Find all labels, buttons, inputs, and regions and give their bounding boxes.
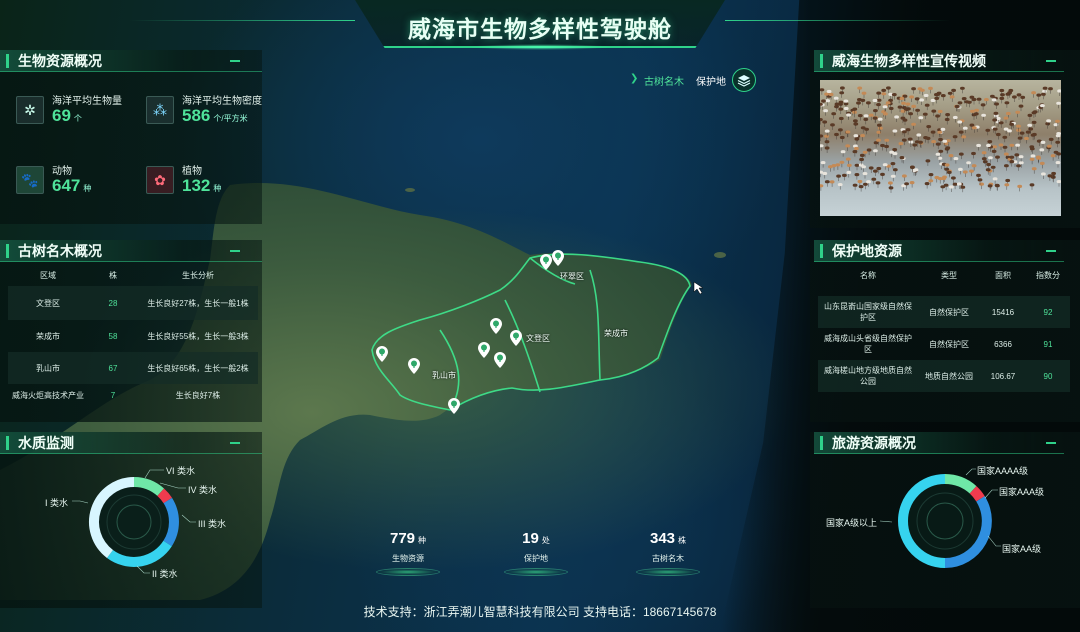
stat-animals: 🐾 动物 647 种: [16, 162, 146, 212]
table-row[interactable]: 山东昆嵛山国家级自然保护区 自然保护区 15416 92: [818, 296, 1070, 328]
arrow-icon: ❯: [630, 73, 639, 84]
tourism-label-aaa: 国家AAA级: [999, 487, 1045, 497]
donut-segment-aaa: [969, 486, 985, 502]
resources-panel-title: 生物资源概况: [0, 50, 262, 72]
layers-icon[interactable]: [732, 68, 756, 92]
protected-col-type: 类型: [941, 270, 957, 280]
tree-pin-icon[interactable]: [490, 318, 502, 334]
tourism-label-aa: 国家AA级: [1002, 544, 1042, 554]
water-label-iv: IV 类水: [188, 485, 218, 495]
water-label-vi: VI 类水: [166, 466, 196, 476]
table-row[interactable]: 威海火炬高技术产业 7 生长良好7株: [8, 384, 258, 406]
bottom-stat-trees[interactable]: 343 株 古树名木: [628, 530, 708, 576]
protected-table: 名称 类型 面积 指数分 山东昆嵛山国家级自然保护区 自然保护区 15416 9…: [818, 264, 1070, 392]
network-icon: ⁂: [146, 96, 174, 124]
table-row[interactable]: 乳山市 67 生长良好65株，生长一般2株: [8, 352, 258, 384]
tourism-donut-chart: [898, 474, 992, 568]
tree-pin-icon[interactable]: [478, 342, 490, 358]
molecule-icon: ✲: [16, 96, 44, 124]
sprout-icon: ✿: [146, 166, 174, 194]
page-title: 威海市生物多样性驾驶舱: [408, 16, 672, 42]
donut-segment-iv: [157, 488, 173, 504]
table-row[interactable]: 文登区 28 生长良好27株，生长一般1株: [8, 286, 258, 320]
water-donut-chart: [89, 476, 179, 567]
tree-pin-icon[interactable]: [510, 330, 522, 346]
protected-col-area: 面积: [995, 270, 1011, 280]
tourism-label-a-plus: 国家A级以上: [826, 518, 878, 528]
tourism-panel-title: 旅游资源概况: [814, 432, 1064, 454]
tree-pin-icon[interactable]: [376, 346, 388, 362]
map-label-rushan: 乳山市: [432, 371, 456, 380]
water-label-iii: III 类水: [198, 519, 227, 529]
table-row[interactable]: 威海槎山地方级地质自然公园 地质自然公园 106.67 90: [818, 360, 1070, 392]
map-label-wendeng: 文登区: [526, 334, 550, 343]
trees-col-count: 株: [109, 270, 117, 280]
video-panel-title: 威海生物多样性宣传视频: [814, 50, 1064, 72]
tree-pin-icon[interactable]: [408, 358, 420, 374]
trees-panel-title: 古树名木概况: [0, 240, 262, 262]
protected-panel-title: 保护地资源: [814, 240, 1064, 262]
tree-pin-icon[interactable]: [448, 398, 460, 414]
video-player[interactable]: [820, 80, 1061, 216]
map-layer-toggle: ❯ 古树名木 保护地: [626, 68, 756, 92]
bottom-stat-protected[interactable]: 19 处 保护地: [496, 530, 576, 576]
trees-col-region: 区域: [40, 270, 56, 280]
footer-support-text: 技术支持：浙江弄潮儿智慧科技有限公司 支持电话：18667145678: [363, 605, 717, 619]
stat-marine-biomass: ✲ 海洋平均生物量 69 个: [16, 92, 146, 142]
tree-pin-icon[interactable]: [552, 250, 564, 266]
water-label-i: I 类水: [45, 498, 69, 508]
tree-pin-icon[interactable]: [494, 352, 506, 368]
stat-marine-density: ⁂ 海洋平均生物密度 586 个/平方米: [146, 92, 276, 142]
header: 威海市生物多样性驾驶舱: [0, 0, 1080, 50]
water-panel-title: 水质监测: [0, 432, 262, 454]
water-label-ii: II 类水: [152, 569, 178, 579]
map-label-rongcheng: 荣成市: [604, 329, 628, 338]
table-row[interactable]: 荣成市 58 生长良好55株，生长一般3株: [8, 320, 258, 352]
trees-col-analysis: 生长分析: [182, 270, 214, 280]
table-row[interactable]: 威海成山头省级自然保护区 自然保护区 6366 91: [818, 328, 1070, 360]
map-label-huancui: 环翠区: [560, 272, 584, 281]
paw-icon: 🐾: [16, 166, 44, 194]
toggle-protected-areas[interactable]: 保护地: [696, 73, 726, 88]
tourism-label-aaaa: 国家AAAA级: [977, 466, 1029, 476]
protected-col-score: 指数分: [1036, 270, 1060, 280]
stat-plants: ✿ 植物 132 种: [146, 162, 276, 212]
protected-col-name: 名称: [860, 270, 876, 280]
tree-pin-icon[interactable]: [540, 254, 552, 270]
trees-table: 区域 株 生长分析 文登区 28 生长良好27株，生长一般1株 荣成市 58 生…: [8, 264, 258, 406]
bottom-stat-bio[interactable]: 779 种 生物资源: [368, 530, 448, 576]
toggle-ancient-trees[interactable]: 古树名木: [644, 73, 684, 88]
